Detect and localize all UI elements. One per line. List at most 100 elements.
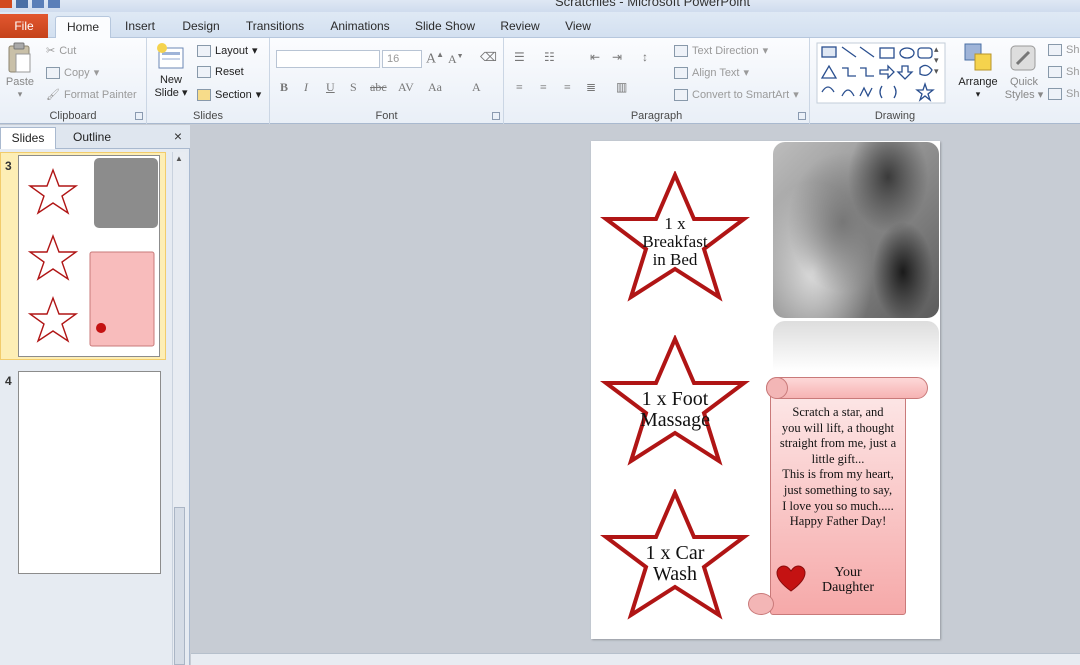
columns-icon[interactable]: ▥ <box>616 80 627 95</box>
slides-group-label: Slides <box>193 110 223 122</box>
cut-button[interactable]: ✂ Cut <box>46 44 76 58</box>
undo-icon[interactable] <box>32 0 44 8</box>
arrange-icon <box>964 43 992 71</box>
text-direction-button[interactable]: Text Direction ▾ <box>674 44 768 57</box>
star-breakfast[interactable]: 1 x Breakfast in Bed <box>599 169 751 303</box>
star-label: 1 x Foot Massage <box>640 388 710 431</box>
tab-slide-show[interactable]: Slide Show <box>410 16 480 38</box>
slide-number-4: 4 <box>5 374 12 388</box>
pane-tabs: Slides Outline × <box>0 125 190 149</box>
paint-bucket-icon <box>1048 44 1062 56</box>
align-left-icon[interactable]: ≡ <box>516 80 523 95</box>
paragraph-launcher-icon[interactable] <box>798 112 806 120</box>
shape-fill-button[interactable]: Sh <box>1048 44 1079 56</box>
slide-thumbnail-3[interactable] <box>18 155 160 357</box>
paragraph-group-label: Paragraph <box>630 110 683 122</box>
drawing-group: ▴ ▾ ▾ Arrange ▾ Quick Styles ▾ Sh Sh Sh Dra… <box>810 38 1080 124</box>
pane-scrollbar[interactable]: ▲ <box>172 152 186 665</box>
quick-styles-icon <box>1010 45 1036 71</box>
shrink-font-icon[interactable]: A▼ <box>448 52 464 67</box>
underline-icon[interactable]: U <box>326 80 335 95</box>
notes-divider[interactable] <box>191 653 1080 665</box>
scroll-up-icon[interactable]: ▲ <box>175 154 183 163</box>
close-icon[interactable]: × <box>174 128 182 144</box>
reset-button[interactable]: Reset <box>197 66 244 78</box>
bullets-icon[interactable]: ☰ <box>514 50 525 65</box>
photo-reflection <box>773 321 939 371</box>
grow-font-icon[interactable]: A▲ <box>426 50 444 68</box>
clipboard-launcher-icon[interactable] <box>135 112 143 120</box>
tab-file[interactable]: File <box>0 14 48 38</box>
arrange-button[interactable]: Arrange ▾ <box>955 42 1001 100</box>
drawing-group-label: Drawing <box>874 110 916 122</box>
scroll-top-roll <box>766 377 928 399</box>
justify-icon[interactable]: ≣ <box>586 80 596 95</box>
smartart-icon <box>674 88 688 101</box>
tab-view[interactable]: View <box>558 16 598 38</box>
slide-thumbnail-3-content <box>27 158 158 347</box>
character-spacing-icon[interactable]: AV <box>398 80 414 95</box>
font-name-combo[interactable] <box>276 50 380 68</box>
star-label: 1 x Car Wash <box>645 542 705 585</box>
numbering-icon[interactable]: ☷ <box>544 50 555 65</box>
save-icon[interactable] <box>16 0 28 8</box>
shapes-gallery[interactable] <box>816 42 946 104</box>
align-right-icon[interactable]: ≡ <box>564 80 571 95</box>
center-icon[interactable]: ≡ <box>540 80 547 95</box>
tab-home[interactable]: Home <box>55 16 111 39</box>
quick-styles-button[interactable]: Quick Styles ▾ <box>1004 42 1044 101</box>
paintbrush-icon: 🖌 <box>46 89 60 101</box>
poem-scroll[interactable]: Scratch a star, and you will lift, a tho… <box>748 377 932 617</box>
thumb-heart <box>96 323 107 333</box>
new-slide-icon <box>157 43 184 69</box>
clear-formatting-icon[interactable]: ⌫ <box>480 50 497 65</box>
star-foot-massage[interactable]: 1 x Foot Massage <box>599 333 751 467</box>
slides-group: New Slide ▾ Layout ▾ Reset Section ▾ Slide… <box>147 38 270 124</box>
redo-icon[interactable] <box>48 0 60 8</box>
tab-outline[interactable]: Outline <box>58 127 126 149</box>
format-painter-button[interactable]: 🖌 Format Painter <box>46 88 137 102</box>
paste-button[interactable]: Paste ▾ <box>4 42 36 100</box>
tab-design[interactable]: Design <box>178 16 224 38</box>
gallery-scroll-icon[interactable]: ▴ ▾ ▾ <box>934 44 939 77</box>
tab-animations[interactable]: Animations <box>325 16 395 38</box>
line-spacing-icon[interactable]: ↕ <box>642 50 648 65</box>
slide-number-3: 3 <box>5 159 12 173</box>
font-size-combo[interactable]: 16 <box>382 50 422 68</box>
paragraph-group: ☰ ☷ ⇤ ⇥ ↕ ≡ ≡ ≡ ≣ ▥ Text Direction ▾ Alig… <box>504 38 810 124</box>
font-launcher-icon[interactable] <box>492 112 500 120</box>
blurred-photo[interactable] <box>773 142 939 318</box>
current-slide[interactable]: 1 x Breakfast in Bed 1 x Foot Massage 1 … <box>591 141 940 639</box>
new-slide-button[interactable]: New Slide ▾ <box>153 42 189 99</box>
change-case-icon[interactable]: Aa <box>428 80 442 95</box>
copy-button[interactable]: Copy ▾ <box>46 66 99 79</box>
window-title: Scratchies - Microsoft PowerPoint <box>555 0 751 9</box>
powerpoint-logo-icon <box>0 0 12 8</box>
star-car-wash[interactable]: 1 x Car Wash <box>599 487 751 621</box>
tab-review[interactable]: Review <box>496 16 544 38</box>
slide-thumbnail-4[interactable] <box>18 371 161 574</box>
tab-insert[interactable]: Insert <box>118 16 162 38</box>
poem-text: Scratch a star, and you will lift, a tho… <box>779 405 897 529</box>
increase-indent-icon[interactable]: ⇥ <box>612 50 622 65</box>
align-text-icon <box>674 66 688 79</box>
signature-text: Your Daughter <box>821 565 875 595</box>
tab-slides[interactable]: Slides <box>0 127 56 149</box>
decrease-indent-icon[interactable]: ⇤ <box>590 50 600 65</box>
tab-transitions[interactable]: Transitions <box>240 16 310 38</box>
bold-icon[interactable]: B <box>280 80 288 95</box>
font-color-icon[interactable]: A <box>472 80 481 95</box>
scrollbar-thumb[interactable] <box>174 507 185 665</box>
italic-icon[interactable]: I <box>304 80 308 95</box>
convert-smartart-button[interactable]: Convert to SmartArt ▾ <box>674 88 799 101</box>
shadow-icon[interactable]: S <box>350 80 357 95</box>
align-text-button[interactable]: Align Text ▾ <box>674 66 749 79</box>
section-button[interactable]: Section ▾ <box>197 88 261 101</box>
copy-icon <box>46 66 60 79</box>
layout-button[interactable]: Layout ▾ <box>197 44 258 57</box>
shape-outline-button[interactable]: Sh <box>1048 66 1079 78</box>
shape-effects-button[interactable]: Sh <box>1048 88 1079 100</box>
thumb-star-2 <box>27 234 79 281</box>
paste-icon <box>8 42 31 73</box>
strikethrough-icon[interactable]: abc <box>370 80 387 95</box>
